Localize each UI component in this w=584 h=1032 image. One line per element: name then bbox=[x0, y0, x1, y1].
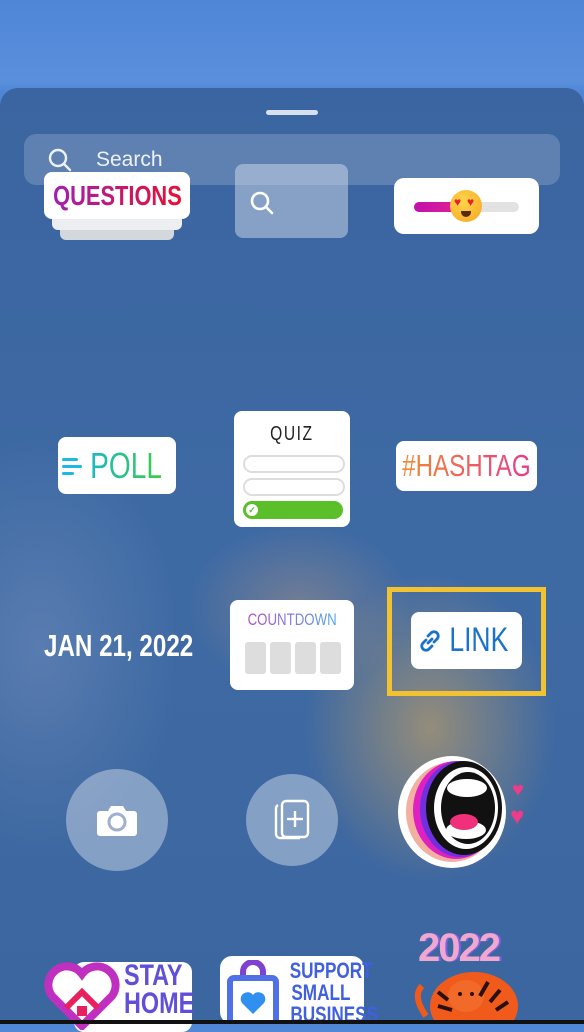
date-label: JAN 21, 2022 bbox=[44, 628, 194, 663]
stay-home-label-line2: HOME bbox=[124, 987, 195, 1020]
add-photo-sticker-button[interactable] bbox=[246, 774, 338, 866]
bottom-edge bbox=[0, 1020, 584, 1024]
questions-card: QUESTIONS bbox=[44, 172, 190, 219]
drag-handle[interactable] bbox=[266, 110, 318, 115]
quiz-option bbox=[243, 478, 345, 496]
poll-label: POLL bbox=[90, 444, 162, 486]
add-media-icon bbox=[274, 799, 310, 840]
search-icon bbox=[48, 148, 72, 171]
poll-lines-icon bbox=[61, 457, 82, 475]
countdown-sticker[interactable]: COUNTDOWN bbox=[230, 600, 354, 690]
camera-sticker-button[interactable] bbox=[66, 769, 168, 871]
quiz-option bbox=[243, 455, 345, 473]
link-icon bbox=[420, 629, 440, 652]
hashtag-label: #HASHTAG bbox=[402, 448, 531, 483]
shouting-mouth-sticker[interactable]: ♥ ♥ bbox=[392, 752, 542, 870]
support-label-line1: SUPPORT bbox=[289, 958, 373, 983]
gif-search-sticker[interactable] bbox=[235, 164, 348, 238]
questions-sticker[interactable]: QUESTIONS bbox=[44, 172, 190, 240]
heart-eyes-emoji-icon: ♥ ♥ bbox=[450, 190, 482, 222]
quiz-sticker[interactable]: QUIZ ✓ bbox=[234, 411, 350, 527]
stay-home-sticker[interactable]: STAY HOME bbox=[44, 959, 195, 1032]
support-label-line2: SMALL bbox=[291, 980, 351, 1005]
svg-text:♥: ♥ bbox=[512, 779, 524, 801]
emoji-slider-sticker[interactable]: ♥ ♥ bbox=[394, 178, 539, 234]
shopping-bag-heart-icon bbox=[227, 960, 279, 1024]
link-label: LINK bbox=[449, 621, 508, 659]
quiz-title: QUIZ bbox=[270, 423, 314, 445]
countdown-digit bbox=[295, 642, 316, 674]
quiz-option-correct: ✓ bbox=[243, 501, 343, 519]
check-icon: ✓ bbox=[246, 504, 258, 516]
countdown-digit bbox=[270, 642, 291, 674]
poll-sticker[interactable]: POLL bbox=[58, 437, 176, 494]
new-year-tiger-sticker[interactable]: 2022 bbox=[408, 926, 528, 1024]
countdown-digit bbox=[245, 642, 266, 674]
questions-label: QUESTIONS bbox=[52, 179, 182, 211]
shouting-mouth-icon: ♥ ♥ bbox=[398, 756, 524, 868]
search-icon bbox=[250, 191, 274, 215]
link-sticker[interactable]: LINK bbox=[411, 612, 522, 669]
support-small-business-sticker[interactable]: SUPPORT SMALL BUSINESS bbox=[220, 956, 378, 1026]
svg-text:♥: ♥ bbox=[510, 803, 524, 830]
tiger-icon bbox=[414, 972, 518, 1024]
hashtag-sticker[interactable]: #HASHTAG bbox=[396, 441, 537, 491]
countdown-digit bbox=[320, 642, 341, 674]
date-sticker[interactable]: JAN 21, 2022 bbox=[44, 628, 235, 664]
countdown-label: COUNTDOWN bbox=[247, 610, 337, 629]
stay-home-label-line1: STAY bbox=[124, 959, 183, 992]
camera-icon bbox=[97, 806, 137, 836]
